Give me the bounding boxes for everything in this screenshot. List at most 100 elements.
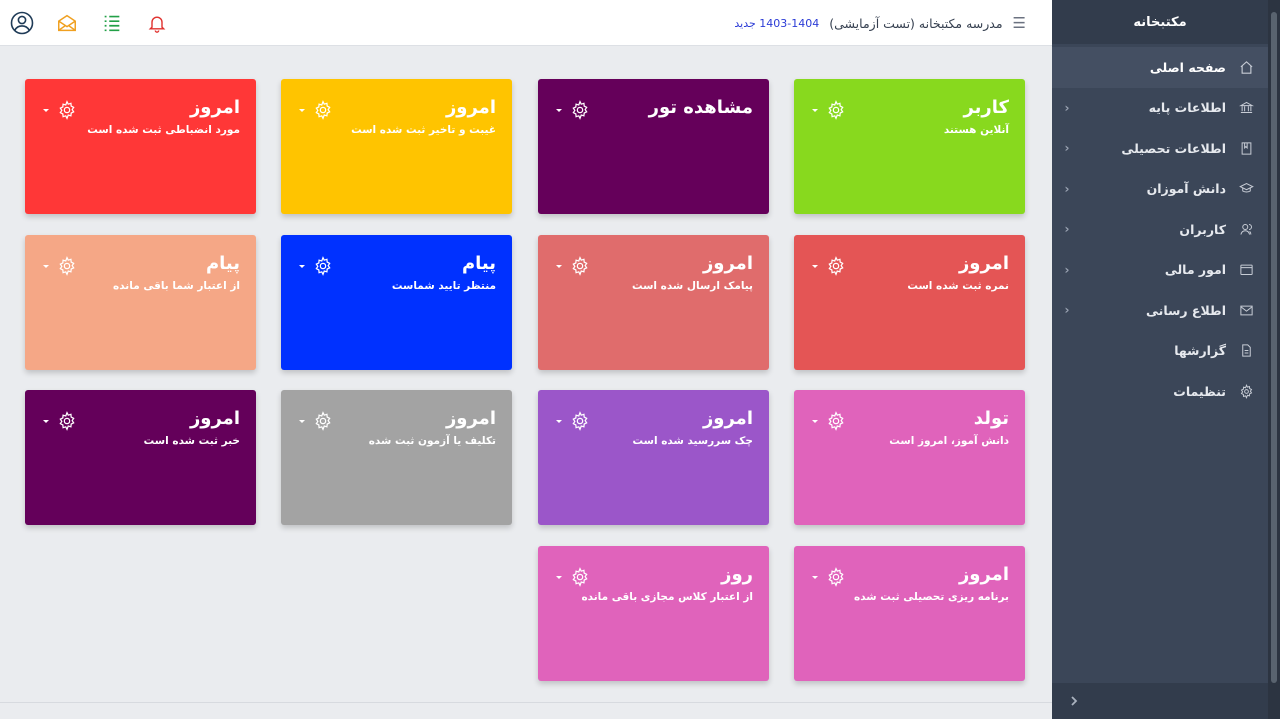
card-subtitle: تکلیف یا آزمون ثبت شده	[368, 435, 496, 447]
caret-down-icon[interactable]	[556, 109, 562, 112]
dashboard-cards: کاربر آنلاین هستند مشاهده تور امروز غیبت و ت…	[25, 79, 1026, 682]
sidebar-nav: صفحه اصلی اطلاعات پایه ‹ اطلاعات تحصیلی ‹ دان…	[1052, 47, 1268, 412]
chevron-right-icon[interactable]	[1068, 692, 1080, 711]
book-icon	[1238, 140, 1254, 156]
card-title: پیام	[205, 253, 240, 274]
gear-icon[interactable]	[57, 100, 77, 120]
school-title: ☰ مدرسه مکتبخانه (تست آزمایشی) 1403-1404…	[734, 0, 1026, 46]
caret-down-icon[interactable]	[43, 420, 49, 423]
caret-down-icon[interactable]	[556, 265, 562, 268]
envelope-open-icon[interactable]	[55, 11, 79, 35]
dashboard-card[interactable]: امروز غیبت و تاخیر ثبت شده است	[281, 79, 512, 214]
card-subtitle: از اعتبار کلاس مجازی باقی مانده	[581, 591, 753, 603]
card-subtitle: از اعتبار شما باقی مانده	[113, 280, 240, 292]
gear-icon[interactable]	[313, 100, 333, 120]
card-title: تولد	[973, 408, 1009, 429]
dashboard-card[interactable]: مشاهده تور	[538, 79, 769, 214]
caret-down-icon[interactable]	[299, 109, 305, 112]
dashboard-card[interactable]: تولد دانش آموز، امروز است	[794, 390, 1025, 525]
gear-icon[interactable]	[826, 100, 846, 120]
caret-down-icon[interactable]	[812, 576, 818, 579]
caret-down-icon[interactable]	[812, 109, 818, 112]
gear-icon[interactable]	[313, 411, 333, 431]
sidebar-item-label: اطلاعات تحصیلی	[1121, 140, 1226, 156]
caret-down-icon[interactable]	[299, 265, 305, 268]
dashboard-card[interactable]: امروز نمره ثبت شده است	[794, 235, 1025, 370]
sidebar-item-label: صفحه اصلی	[1149, 59, 1226, 75]
chevron-left-icon: ‹	[1064, 262, 1070, 277]
card-title: امروز	[958, 564, 1009, 585]
card-title: روز	[721, 564, 753, 585]
scrollbar-thumb[interactable]	[1271, 12, 1277, 683]
sidebar-item-1[interactable]: اطلاعات پایه ‹	[1052, 88, 1268, 129]
chevron-left-icon: ‹	[1064, 222, 1070, 237]
sidebar-item-7[interactable]: گزارشها	[1052, 331, 1268, 372]
bank-icon	[1238, 100, 1254, 116]
card-title: کاربر	[963, 97, 1009, 118]
dashboard-card[interactable]: امروز مورد انضباطی ثبت شده است	[25, 79, 256, 214]
caret-down-icon[interactable]	[43, 265, 49, 268]
gear-icon[interactable]	[826, 411, 846, 431]
dashboard-card[interactable]: امروز تکلیف یا آزمون ثبت شده	[281, 390, 512, 525]
academic-year-link[interactable]: 1403-1404 جدید	[734, 17, 819, 30]
card-subtitle: آنلاین هستند	[943, 124, 1009, 136]
gear-icon[interactable]	[570, 567, 590, 587]
dashboard-card[interactable]: روز از اعتبار کلاس مجازی باقی مانده	[538, 546, 769, 681]
file-icon	[1238, 343, 1254, 359]
gear-icon[interactable]	[570, 100, 590, 120]
caret-down-icon[interactable]	[556, 420, 562, 423]
sidebar-item-2[interactable]: اطلاعات تحصیلی ‹	[1052, 128, 1268, 169]
sidebar-item-4[interactable]: کاربران ‹	[1052, 209, 1268, 250]
user-circle-icon[interactable]	[10, 11, 34, 35]
card-title: امروز	[189, 97, 240, 118]
gear-icon	[1238, 383, 1254, 399]
sidebar-item-label: کاربران	[1179, 221, 1226, 237]
card-title: امروز	[445, 97, 496, 118]
card-subtitle: غیبت و تاخیر ثبت شده است	[351, 124, 496, 136]
list-icon[interactable]	[100, 11, 124, 35]
sidebar-item-label: دانش آموزان	[1146, 181, 1226, 197]
gear-icon[interactable]	[570, 256, 590, 276]
scrollbar[interactable]	[1268, 0, 1280, 719]
chevron-left-icon: ‹	[1064, 181, 1070, 196]
dashboard-card[interactable]: پیام از اعتبار شما باقی مانده	[25, 235, 256, 370]
chevron-left-icon: ‹	[1064, 303, 1070, 318]
hamburger-menu-icon[interactable]: ☰	[1013, 14, 1026, 32]
card-title: امروز	[189, 408, 240, 429]
gear-icon[interactable]	[57, 256, 77, 276]
dashboard-card[interactable]: امروز پیامک ارسال شده است	[538, 235, 769, 370]
gear-icon[interactable]	[570, 411, 590, 431]
card-title: امروز	[445, 408, 496, 429]
sidebar-item-8[interactable]: تنظیمات	[1052, 371, 1268, 412]
card-title: امروز	[702, 253, 753, 274]
sidebar-item-6[interactable]: اطلاع رسانی ‹	[1052, 290, 1268, 331]
dashboard-card[interactable]: امروز چک سررسید شده است	[538, 390, 769, 525]
caret-down-icon[interactable]	[812, 420, 818, 423]
sidebar-item-5[interactable]: امور مالی ‹	[1052, 250, 1268, 291]
gear-icon[interactable]	[826, 256, 846, 276]
caret-down-icon[interactable]	[556, 576, 562, 579]
dashboard-card[interactable]: پیام منتظر تایید شماست	[281, 235, 512, 370]
users-icon	[1238, 221, 1254, 237]
sidebar-item-label: تنظیمات	[1173, 383, 1226, 399]
dashboard-card[interactable]: امروز خبر ثبت شده است	[25, 390, 256, 525]
caret-down-icon[interactable]	[43, 109, 49, 112]
card-title: امروز	[958, 253, 1009, 274]
caret-down-icon[interactable]	[812, 265, 818, 268]
sidebar-item-0[interactable]: صفحه اصلی	[1052, 47, 1268, 88]
card-title: مشاهده تور	[648, 97, 753, 118]
dashboard-card[interactable]: کاربر آنلاین هستند	[794, 79, 1025, 214]
sidebar-item-label: امور مالی	[1164, 262, 1226, 278]
top-icons	[10, 11, 190, 35]
dashboard-card[interactable]: امروز برنامه ریزی تحصیلی ثبت شده	[794, 546, 1025, 681]
caret-down-icon[interactable]	[299, 420, 305, 423]
sidebar-item-label: گزارشها	[1174, 343, 1226, 359]
gear-icon[interactable]	[57, 411, 77, 431]
gear-icon[interactable]	[313, 256, 333, 276]
gear-icon[interactable]	[826, 567, 846, 587]
home-icon	[1238, 59, 1254, 75]
bell-icon[interactable]	[145, 11, 169, 35]
envelope-icon	[1238, 302, 1254, 318]
school-name: مدرسه مکتبخانه (تست آزمایشی)	[829, 15, 1003, 31]
sidebar-item-3[interactable]: دانش آموزان ‹	[1052, 169, 1268, 210]
